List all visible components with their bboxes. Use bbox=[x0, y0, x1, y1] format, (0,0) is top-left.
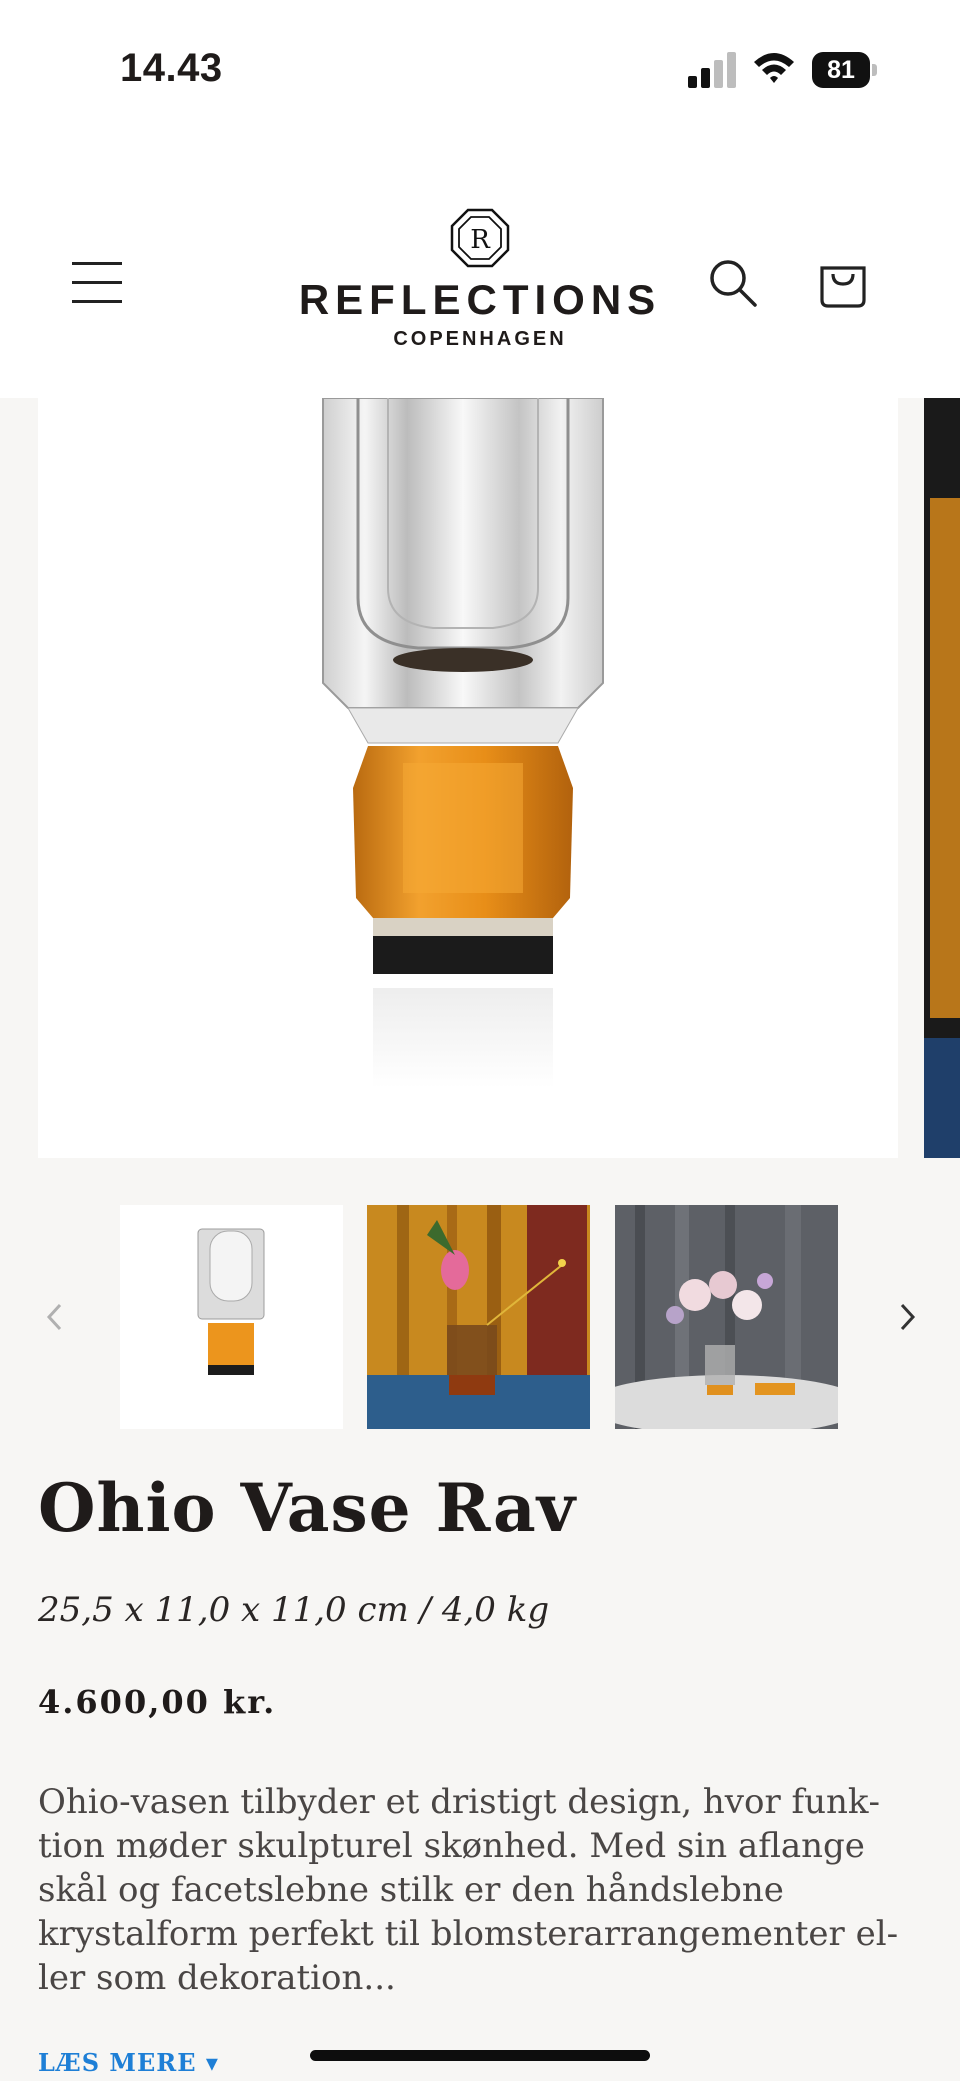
svg-text:R: R bbox=[470, 225, 491, 255]
thumbnail-pineapple-image bbox=[367, 1205, 590, 1429]
read-more-link[interactable]: LÆS MERE ▾ bbox=[38, 2048, 219, 2077]
status-time: 14.43 bbox=[120, 46, 223, 90]
thumbnail-bouquet-image bbox=[615, 1205, 838, 1429]
site-header: R REFLECTIONS COPENHAGEN bbox=[0, 140, 960, 398]
thumbnail-carousel bbox=[0, 1205, 960, 1429]
product-main-image[interactable] bbox=[38, 398, 898, 1158]
cellular-signal-icon bbox=[688, 52, 736, 88]
brand-monogram-icon: R bbox=[450, 208, 510, 268]
brand-logo[interactable]: R REFLECTIONS COPENHAGEN bbox=[290, 208, 670, 368]
brand-name: REFLECTIONS bbox=[298, 276, 662, 323]
chevron-right-icon[interactable] bbox=[892, 1297, 922, 1337]
thumbnail-3[interactable] bbox=[615, 1205, 838, 1429]
next-slide-peek[interactable] bbox=[924, 398, 960, 1158]
thumbnail-1[interactable] bbox=[120, 1205, 343, 1429]
menu-icon[interactable] bbox=[72, 260, 122, 304]
home-indicator[interactable] bbox=[310, 2050, 650, 2061]
product-description: Ohio-vasen tilbyder et dristigt design, … bbox=[38, 1782, 899, 1998]
search-icon[interactable] bbox=[708, 258, 758, 308]
vase-illustration bbox=[322, 398, 604, 1088]
thumbnail-vase-image bbox=[197, 1228, 265, 1375]
cart-icon[interactable] bbox=[816, 256, 870, 310]
chevron-left-icon[interactable] bbox=[40, 1297, 70, 1337]
wifi-icon bbox=[754, 53, 794, 83]
product-dimensions: 25,5 x 11,0 x 11,0 cm / 4,0 kg bbox=[38, 1590, 550, 1630]
status-bar: 14.43 81 bbox=[0, 0, 960, 140]
product-title: Ohio Vase Rav bbox=[38, 1469, 577, 1547]
battery-icon: 81 bbox=[812, 52, 878, 88]
product-price: 4.600,00 kr. bbox=[38, 1683, 277, 1721]
brand-sub: COPENHAGEN bbox=[393, 328, 567, 350]
battery-level: 81 bbox=[827, 56, 855, 84]
thumbnail-2[interactable] bbox=[367, 1205, 590, 1429]
